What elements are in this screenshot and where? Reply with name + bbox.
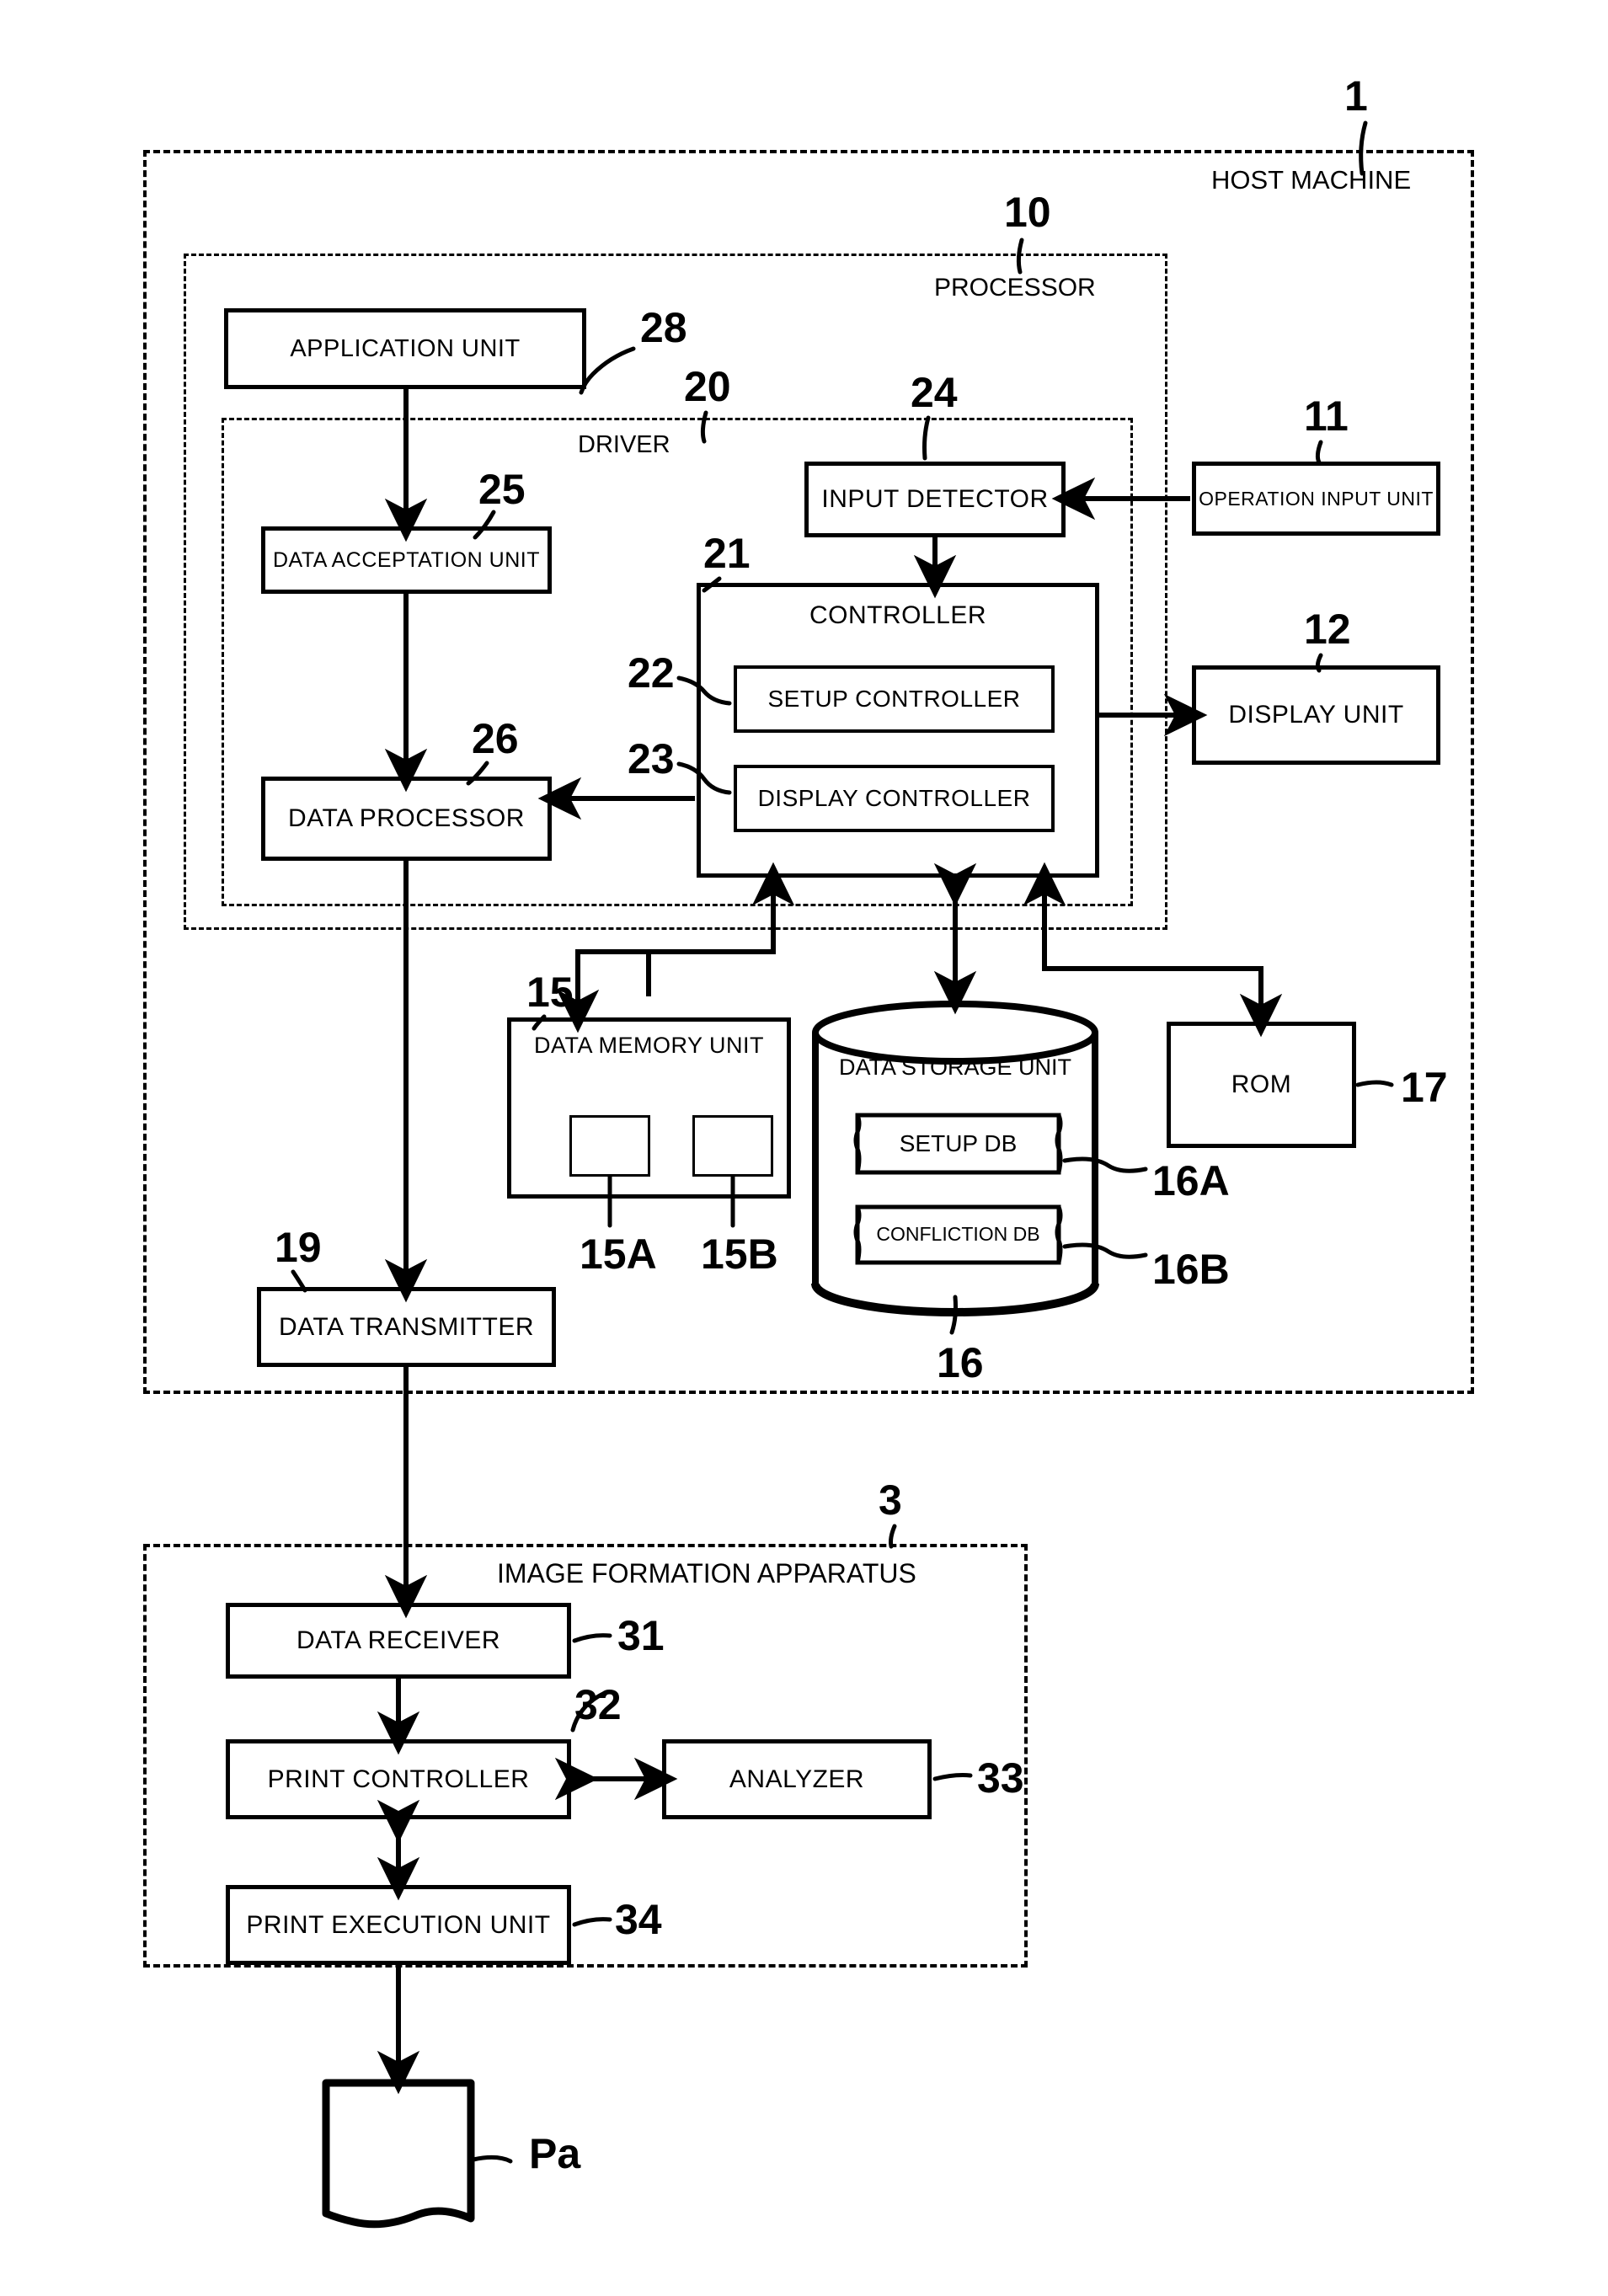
- ref-data-receiver: 31: [617, 1612, 665, 1659]
- operation-input-unit-label: OPERATION INPUT UNIT: [1199, 487, 1434, 510]
- print-controller-label: PRINT CONTROLLER: [267, 1765, 530, 1793]
- host-machine-label: HOST MACHINE: [1206, 165, 1417, 195]
- ref-paper: Pa: [529, 2130, 581, 2177]
- apparatus-label: IMAGE FORMATION APPARATUS: [492, 1558, 922, 1589]
- data-processor-label: DATA PROCESSOR: [288, 804, 525, 833]
- block-data-transmitter[interactable]: DATA TRANSMITTER: [257, 1287, 556, 1367]
- ref-display-unit: 12: [1304, 606, 1351, 653]
- ref-input-detector: 24: [911, 369, 958, 416]
- data-transmitter-label: DATA TRANSMITTER: [278, 1312, 535, 1341]
- ref-display-controller: 23: [628, 735, 675, 782]
- ref-processor: 10: [1004, 189, 1051, 236]
- ref-data-transmitter: 19: [275, 1224, 322, 1271]
- ref-data-acceptation-unit: 25: [478, 466, 526, 513]
- block-application-unit[interactable]: APPLICATION UNIT: [224, 308, 586, 389]
- paper-sheet-icon: [322, 2079, 475, 2232]
- driver-label: DRIVER: [573, 431, 676, 459]
- block-print-controller[interactable]: PRINT CONTROLLER: [226, 1739, 571, 1819]
- setup-controller-label: SETUP CONTROLLER: [767, 686, 1021, 713]
- block-data-receiver[interactable]: DATA RECEIVER: [226, 1603, 571, 1679]
- data-memory-unit-label: DATA MEMORY UNIT: [533, 1033, 765, 1058]
- confliction-db-label: CONFLICTION DB: [876, 1223, 1040, 1245]
- ref-driver: 20: [684, 363, 731, 410]
- ref-data-memory-unit: 15: [526, 969, 574, 1016]
- ref-confliction-db: 16B: [1152, 1246, 1230, 1293]
- block-confliction-db[interactable]: CONFLICTION DB: [852, 1202, 1064, 1268]
- block-memory-area-a[interactable]: [569, 1115, 650, 1177]
- block-data-acceptation-unit[interactable]: DATA ACCEPTATION UNIT: [261, 526, 552, 594]
- ref-analyzer: 33: [977, 1754, 1024, 1802]
- block-setup-db[interactable]: SETUP DB: [852, 1110, 1064, 1177]
- block-display-controller[interactable]: DISPLAY CONTROLLER: [734, 765, 1055, 832]
- block-setup-controller[interactable]: SETUP CONTROLLER: [734, 665, 1055, 733]
- ref-apparatus: 3: [879, 1476, 902, 1524]
- controller-label: CONTROLLER: [809, 601, 987, 629]
- ref-rom: 17: [1401, 1064, 1448, 1111]
- block-display-unit[interactable]: DISPLAY UNIT: [1192, 665, 1440, 765]
- ref-operation-input-unit: 11: [1304, 392, 1349, 440]
- block-memory-area-b[interactable]: [692, 1115, 773, 1177]
- block-analyzer[interactable]: ANALYZER: [662, 1739, 932, 1819]
- application-unit-label: APPLICATION UNIT: [290, 334, 521, 362]
- ref-controller: 21: [703, 530, 751, 577]
- analyzer-label: ANALYZER: [729, 1765, 865, 1793]
- ref-data-storage-unit: 16: [937, 1339, 984, 1386]
- ref-host-machine: 1: [1344, 72, 1368, 120]
- setup-db-label: SETUP DB: [899, 1130, 1018, 1156]
- data-storage-unit-label: DATA STORAGE UNIT: [838, 1055, 1072, 1080]
- rom-label: ROM: [1231, 1071, 1292, 1099]
- block-print-execution-unit[interactable]: PRINT EXECUTION UNIT: [226, 1885, 571, 1965]
- ref-memory-area-b: 15B: [701, 1231, 778, 1278]
- ref-setup-db: 16A: [1152, 1157, 1230, 1204]
- display-controller-label: DISPLAY CONTROLLER: [757, 785, 1031, 812]
- block-operation-input-unit[interactable]: OPERATION INPUT UNIT: [1192, 462, 1440, 536]
- block-rom[interactable]: ROM: [1167, 1022, 1356, 1148]
- display-unit-label: DISPLAY UNIT: [1228, 701, 1404, 729]
- ref-print-execution-unit: 34: [615, 1896, 662, 1943]
- ref-data-processor: 26: [472, 715, 519, 762]
- block-input-detector[interactable]: INPUT DETECTOR: [804, 462, 1066, 537]
- block-data-processor[interactable]: DATA PROCESSOR: [261, 777, 552, 861]
- patent-figure: HOST MACHINE 1 PROCESSOR 10 DRIVER 20 AP…: [0, 0, 1608, 2296]
- data-acceptation-unit-label: DATA ACCEPTATION UNIT: [272, 547, 540, 572]
- ref-application-unit: 28: [640, 304, 687, 351]
- print-execution-unit-label: PRINT EXECUTION UNIT: [246, 1910, 551, 1939]
- ref-memory-area-a: 15A: [580, 1231, 657, 1278]
- ref-setup-controller: 22: [628, 649, 675, 697]
- processor-label: PROCESSOR: [929, 274, 1101, 302]
- input-detector-label: INPUT DETECTOR: [821, 485, 1049, 514]
- ref-print-controller: 32: [574, 1681, 622, 1728]
- data-receiver-label: DATA RECEIVER: [296, 1626, 501, 1655]
